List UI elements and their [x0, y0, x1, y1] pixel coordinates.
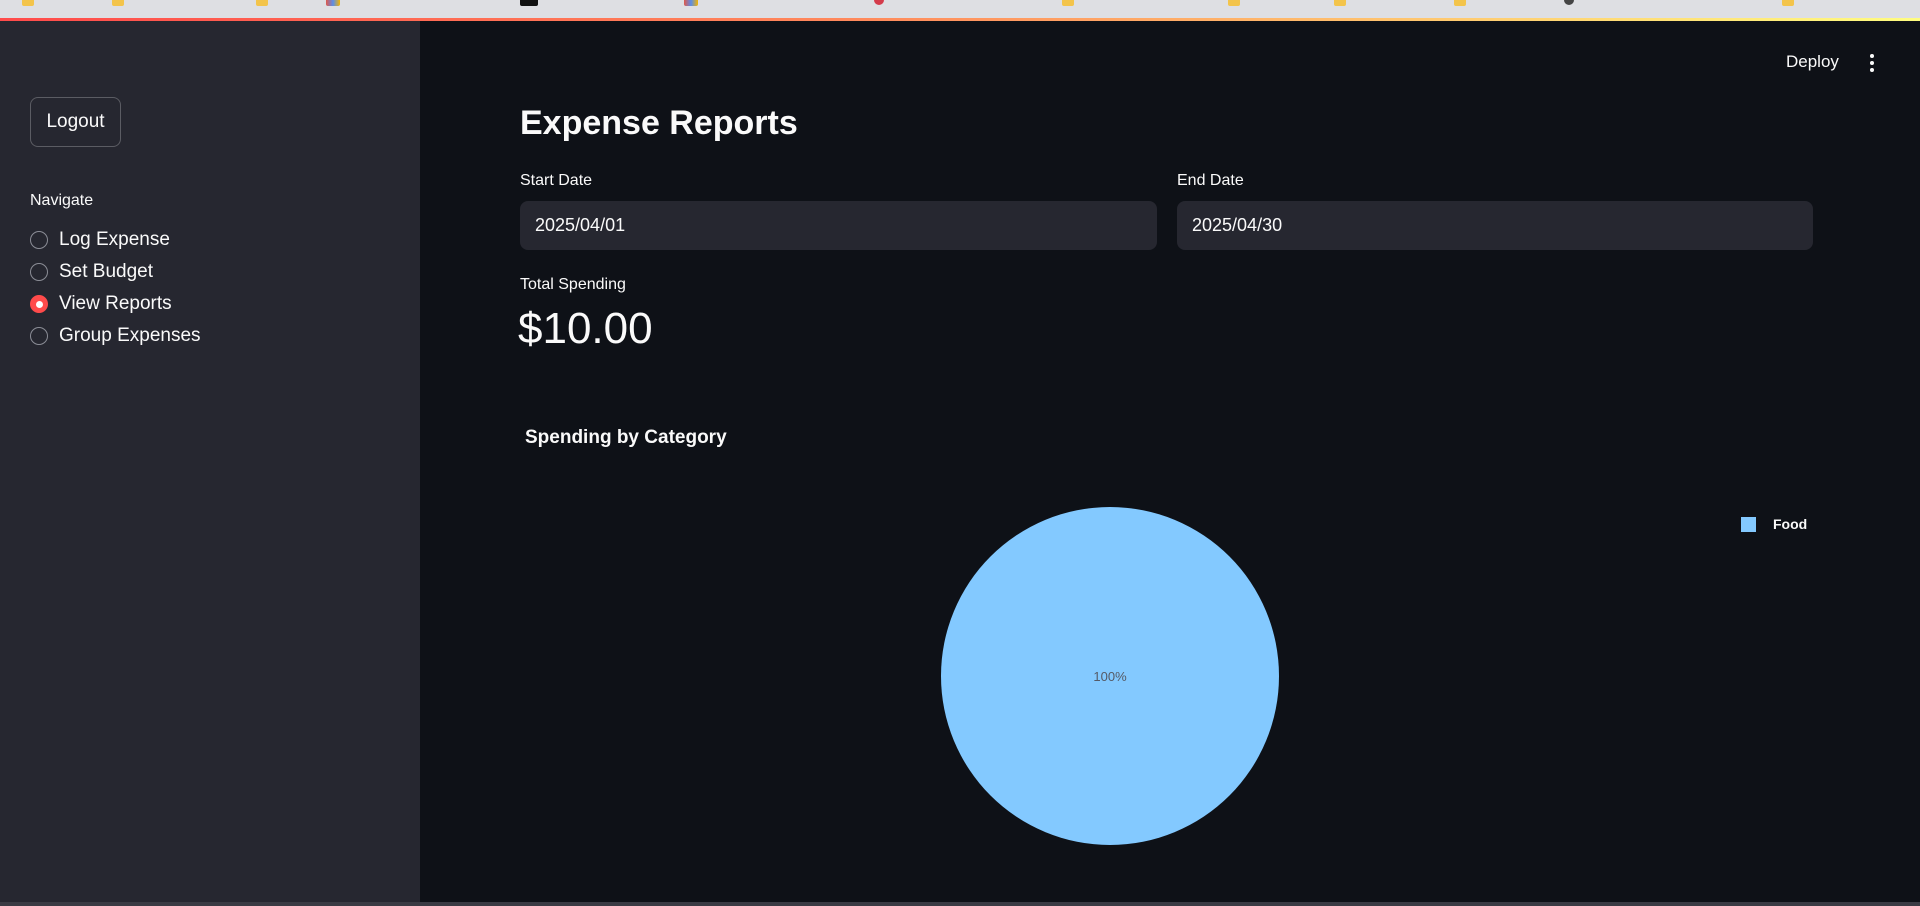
start-date-label: Start Date	[520, 172, 593, 189]
bookmark-folder-icon[interactable]	[256, 0, 268, 6]
end-date-label: End Date	[1177, 172, 1244, 189]
nav-radio-label: Group Expenses	[59, 325, 201, 346]
bookmark-folder-icon[interactable]	[1228, 0, 1240, 6]
nav-radio-label: Log Expense	[59, 229, 170, 250]
radio-unchecked-icon[interactable]	[30, 263, 48, 281]
bookmark-folder-icon[interactable]	[1454, 0, 1466, 6]
browser-bookmarks-bar	[0, 0, 1920, 18]
nav-radio-label: View Reports	[59, 293, 172, 314]
bookmark-folder-icon[interactable]	[112, 0, 124, 6]
bookmark-site-icon[interactable]	[684, 0, 698, 6]
bookmark-folder-icon[interactable]	[1334, 0, 1346, 6]
start-date-input[interactable]	[520, 201, 1157, 250]
metric-value: $10.00	[518, 304, 653, 353]
nav-radio-log-expense[interactable]: Log Expense	[30, 227, 170, 253]
navigate-label: Navigate	[30, 192, 94, 209]
deploy-button[interactable]: Deploy	[1786, 52, 1839, 72]
radio-checked-icon[interactable]	[30, 295, 48, 313]
bookmark-site-icon[interactable]	[326, 0, 340, 6]
legend-item-food[interactable]: Food	[1773, 516, 1807, 532]
page-title: Expense Reports	[520, 104, 798, 142]
logout-button[interactable]: Logout	[30, 97, 121, 147]
nav-radio-label: Set Budget	[59, 261, 154, 282]
bottom-border	[0, 902, 1920, 906]
bookmark-folder-icon[interactable]	[1062, 0, 1074, 6]
bookmark-site-icon[interactable]	[874, 0, 884, 5]
nav-radio-view-reports[interactable]: View Reports	[30, 291, 172, 317]
sidebar	[0, 21, 420, 902]
end-date-input[interactable]	[1177, 201, 1813, 250]
bookmark-folder-icon[interactable]	[1782, 0, 1794, 6]
bookmark-site-icon[interactable]	[1564, 0, 1574, 5]
pie-slice-label: 100%	[1093, 669, 1127, 684]
chart-title: Spending by Category	[525, 427, 727, 448]
nav-radio-set-budget[interactable]: Set Budget	[30, 259, 153, 285]
bookmark-folder-icon[interactable]	[22, 0, 34, 6]
more-vert-icon[interactable]	[1862, 52, 1882, 74]
pie-chart: 100%	[941, 507, 1279, 845]
chart-legend: Food	[1741, 516, 1807, 532]
nav-radio-group-expenses[interactable]: Group Expenses	[30, 323, 201, 349]
metric-label: Total Spending	[520, 276, 626, 293]
radio-unchecked-icon[interactable]	[30, 327, 48, 345]
radio-unchecked-icon[interactable]	[30, 231, 48, 249]
legend-swatch	[1741, 516, 1756, 532]
bookmark-site-icon[interactable]	[520, 0, 538, 6]
